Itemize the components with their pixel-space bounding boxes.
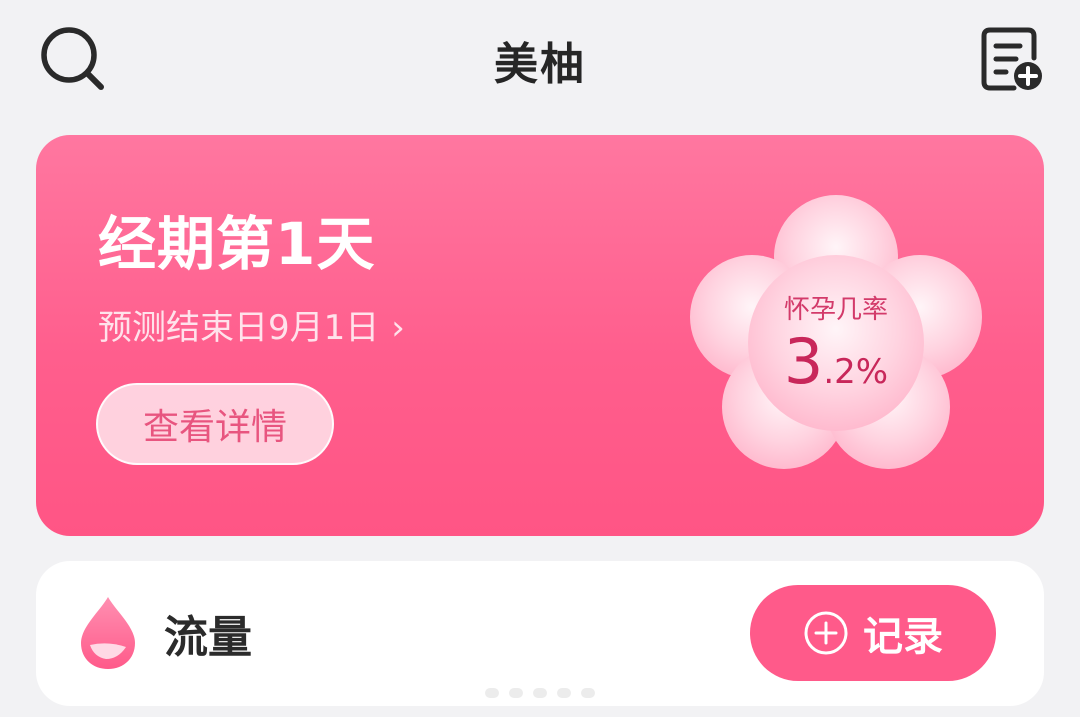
drop-icon bbox=[81, 597, 135, 669]
pregnancy-chance-badge[interactable]: 怀孕几率 3.2% bbox=[686, 193, 986, 481]
page-dot bbox=[581, 688, 595, 698]
record-button-label: 记录 bbox=[863, 614, 943, 660]
page-dot bbox=[509, 688, 523, 698]
pregnancy-chance-value: 3.2% bbox=[686, 325, 986, 398]
plus-circle-icon bbox=[804, 611, 848, 655]
top-bar: 美柚 bbox=[0, 0, 1080, 116]
view-details-button[interactable]: 查看详情 bbox=[96, 383, 334, 465]
app-title: 美柚 bbox=[494, 39, 586, 90]
pregnancy-chance-dec: .2% bbox=[823, 352, 889, 392]
pregnancy-chance-label: 怀孕几率 bbox=[783, 295, 888, 325]
predicted-end-link[interactable]: 预测结束日9月1日 › bbox=[98, 300, 405, 349]
page-indicator bbox=[452, 688, 628, 702]
period-day-title: 经期第1天 bbox=[98, 210, 376, 278]
chevron-right-icon: › bbox=[391, 308, 405, 348]
add-note-button[interactable] bbox=[976, 24, 1046, 94]
predicted-end-text: 预测结束日9月1日 bbox=[98, 308, 380, 348]
flow-label: 流量 bbox=[164, 612, 252, 663]
drop-icon-wrapper bbox=[78, 595, 138, 671]
home-screen: 美柚 经期第1天 预测结束日9月1日 › 查看详情 怀孕几率 3.2% 流量 记… bbox=[0, 0, 1080, 717]
period-card[interactable]: 经期第1天 预测结束日9月1日 › 查看详情 怀孕几率 3.2% bbox=[36, 135, 1044, 536]
pregnancy-chance-int: 3 bbox=[783, 325, 824, 398]
page-dot bbox=[557, 688, 571, 698]
note-add-icon bbox=[981, 27, 1042, 91]
page-dot bbox=[485, 688, 499, 698]
flow-card: 流量 记录 bbox=[36, 561, 1044, 706]
page-dot bbox=[533, 688, 547, 698]
record-button[interactable]: 记录 bbox=[750, 585, 996, 681]
